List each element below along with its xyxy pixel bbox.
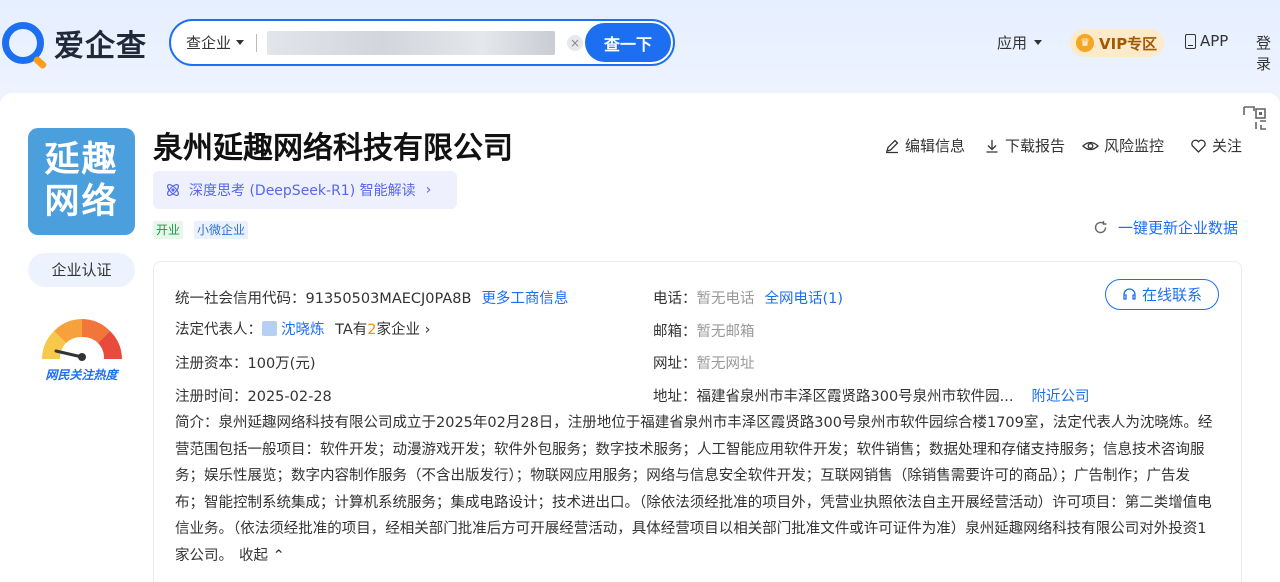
reg-date-row: 注册时间：2025-02-28 [175,385,332,406]
address-label: 地址： [653,389,697,405]
legal-rep-label: 法定代表人： [175,322,262,338]
ta-suffix: 家企业 › [376,322,431,338]
vip-zone-button[interactable]: ♛ VIP专区 [1070,29,1164,57]
clear-icon[interactable]: × [567,34,584,51]
collapse-toggle[interactable]: 收起 ⌃ [239,548,285,564]
company-logo: 延趣 网络 [28,128,135,235]
chevron-down-icon [236,40,245,45]
search-type-label: 查企业 [186,34,232,52]
nav-apps-label: 应用 [997,34,1028,52]
website-value: 暂无网址 [696,356,755,372]
crown-icon: ♛ [1076,34,1094,52]
reg-date-label: 注册时间： [175,389,248,405]
headset-icon [1123,288,1136,300]
company-name: 泉州延趣网络科技有限公司 [153,131,513,166]
email-value: 暂无邮箱 [696,324,755,340]
risk-monitor-button[interactable]: 风险监控 [1082,135,1164,156]
refresh-label: 一键更新企业数据 [1118,219,1239,237]
download-report-button[interactable]: 下载报告 [984,135,1065,156]
legal-rep-link[interactable]: 沈晓炼 [281,322,325,338]
login-link[interactable]: 登录 [1256,32,1280,74]
nav-app-label: APP [1200,32,1229,50]
heat-gauge-icon [42,319,122,361]
status-badge-small-micro: 小微企业 [194,221,249,239]
ta-count: 2 [367,322,377,338]
pencil-icon [886,139,899,153]
person-avatar-icon [262,321,277,336]
capital-label: 注册资本： [175,356,248,372]
top-header: 爱企查 查企业 × 查一下 应用 ♛ VIP专区 APP 登录 [0,0,1280,90]
credit-code-row: 统一社会信用代码：91350503MAECJ0PA8B 更多工商信息 [175,287,568,308]
online-contact-label: 在线联系 [1141,286,1202,304]
search-bar: 查企业 × 查一下 [169,19,675,66]
refresh-data-button[interactable]: 一键更新企业数据 [1093,217,1238,238]
nav-app-link[interactable]: APP [1185,32,1228,50]
reg-date-value: 2025-02-28 [247,389,332,405]
ta-prefix: TA有 [335,322,368,338]
search-input[interactable] [267,30,556,55]
legal-rep-row: 法定代表人： 沈晓炼 TA有2家企业 › [175,318,430,339]
follow-label: 关注 [1212,137,1243,155]
refresh-icon [1094,221,1107,234]
ai-deepseek-button[interactable]: 深度思考 (DeepSeek-R1) 智能解读 › [153,171,457,209]
description-label: 简介： [175,415,219,431]
logo-text: 爱企查 [54,29,147,64]
site-logo[interactable]: 爱企查 [2,20,147,66]
download-report-label: 下载报告 [1005,137,1066,155]
phone-value: 暂无电话 [696,291,755,307]
phone-row: 电话：暂无电话 全网电话(1) [653,287,843,308]
business-info-panel: 统一社会信用代码：91350503MAECJ0PA8B 更多工商信息 法定代表人：… [153,261,1242,582]
mobile-phone-icon [1185,33,1196,49]
company-detail-card: 延趣 网络 企业认证 网民关注热度 泉州延趣网络科技有限公司 深度思考 (Dee… [0,93,1280,582]
eye-icon [1082,141,1099,150]
email-label: 邮箱： [653,324,697,340]
all-phones-link[interactable]: 全网电话(1) [765,291,844,307]
description-text: 泉州延趣网络科技有限公司成立于2025年02月28日，注册地位于福建省泉州市丰泽… [175,415,1213,564]
credit-code-label: 统一社会信用代码： [175,291,306,307]
search-button[interactable]: 查一下 [585,23,671,62]
chevron-right-icon: › [425,182,432,198]
legal-rep-companies-link[interactable]: TA有2家企业 › [335,322,430,338]
company-logo-line2: 网络 [44,182,119,222]
deepseek-sparkle-icon [167,184,179,196]
edit-info-label: 编辑信息 [905,137,966,155]
credit-code-value: 91350503MAECJ0PA8B [305,291,472,307]
follow-button[interactable]: 关注 [1190,135,1242,156]
capital-value: 100万(元) [247,356,316,372]
email-row: 邮箱：暂无邮箱 [653,320,755,341]
online-contact-button[interactable]: 在线联系 [1105,279,1219,310]
capital-row: 注册资本：100万(元) [175,352,316,373]
website-label: 网址： [653,356,697,372]
heart-icon [1191,139,1206,153]
phone-label: 电话： [653,291,697,307]
address-value: 福建省泉州市丰泽区霞贤路300号泉州市软件园... [696,389,1014,405]
status-badge-open: 开业 [153,221,184,239]
search-type-dropdown[interactable]: 查企业 [186,32,245,53]
logo-q-icon [2,22,44,64]
risk-monitor-label: 风险监控 [1104,137,1165,155]
address-row: 地址：福建省泉州市丰泽区霞贤路300号泉州市软件园... 附近公司 [653,385,1090,406]
ai-label: 深度思考 (DeepSeek-R1) 智能解读 [189,183,416,199]
company-logo-line1: 延趣 [44,140,119,180]
search-divider [256,33,258,52]
more-business-info-link[interactable]: 更多工商信息 [481,291,568,307]
chevron-down-icon [1034,40,1043,45]
company-description: 简介：泉州延趣网络科技有限公司成立于2025年02月28日，注册地位于福建省泉州… [175,410,1215,569]
nearby-companies-link[interactable]: 附近公司 [1032,389,1090,405]
edit-info-button[interactable]: 编辑信息 [884,135,965,156]
vip-label: VIP专区 [1099,34,1158,53]
qr-code-icon[interactable] [1242,105,1268,131]
download-icon [986,139,998,153]
certify-button[interactable]: 企业认证 [28,253,135,287]
website-row: 网址：暂无网址 [653,352,755,373]
nav-apps-menu[interactable]: 应用 [997,32,1043,53]
heat-label: 网民关注热度 [45,368,118,382]
